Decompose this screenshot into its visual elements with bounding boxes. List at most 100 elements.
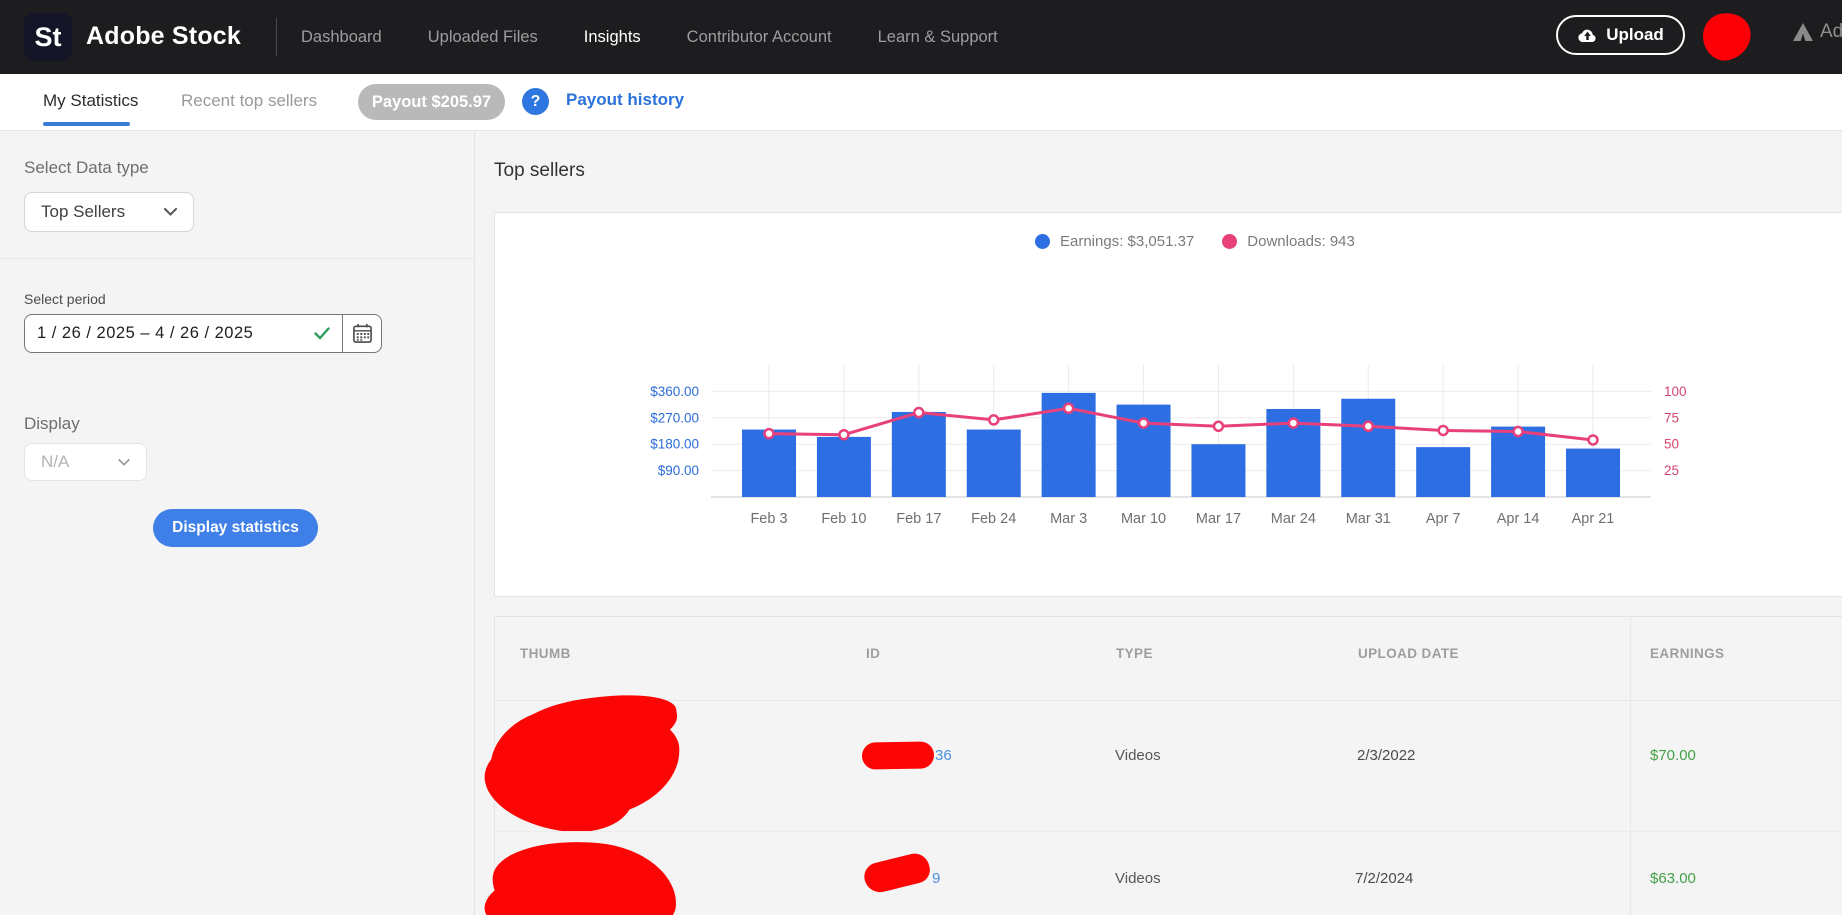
chevron-down-icon: [118, 459, 130, 466]
payout-amount-pill[interactable]: Payout $205.97: [358, 84, 505, 120]
downloads-legend-dot-icon: [1222, 234, 1237, 249]
display-select[interactable]: N/A: [24, 443, 147, 481]
right-axis-tick: 25: [1664, 463, 1679, 478]
brand-title: Adobe Stock: [86, 22, 241, 51]
earnings-bar: [967, 430, 1021, 497]
adobe-corner-brand: Ad: [1793, 21, 1842, 43]
left-axis-tick: $360.00: [650, 384, 699, 399]
downloads-point: [1139, 419, 1148, 428]
x-axis-label: Apr 7: [1426, 511, 1461, 527]
x-axis-label: Mar 10: [1121, 511, 1166, 527]
x-axis-label: Mar 3: [1050, 511, 1087, 527]
chevron-down-icon: [164, 208, 177, 216]
tab-my-statistics[interactable]: My Statistics: [43, 91, 138, 111]
downloads-point: [914, 408, 923, 417]
x-axis-label: Mar 17: [1196, 511, 1241, 527]
calendar-icon: [352, 323, 373, 344]
col-header-id: ID: [866, 646, 880, 661]
downloads-point: [1064, 404, 1073, 413]
earnings-column-divider: [1630, 616, 1631, 915]
adobe-corner-text: Ad: [1820, 21, 1842, 43]
row-divider: [494, 831, 1842, 832]
data-type-label: Select Data type: [24, 158, 149, 178]
earnings-bar: [892, 412, 946, 497]
legend-item-earnings: Earnings: $3,051.37: [1035, 233, 1194, 250]
nav-item-uploaded-files[interactable]: Uploaded Files: [428, 28, 538, 47]
right-axis-tick: 50: [1664, 437, 1679, 452]
tab-recent-top-sellers[interactable]: Recent top sellers: [181, 91, 317, 111]
x-axis-label: Feb 17: [896, 511, 941, 527]
adobe-stock-logo-icon[interactable]: St: [24, 13, 72, 61]
period-value: 1 / 26 / 2025 – 4 / 26 / 2025: [37, 324, 253, 343]
period-label: Select period: [24, 291, 106, 307]
x-axis-label: Feb 3: [750, 511, 787, 527]
earnings-value: $63.00: [1650, 870, 1696, 887]
col-header-earnings: EARNINGS: [1650, 646, 1724, 661]
asset-id-link[interactable]: 36: [935, 747, 952, 764]
earnings-bar: [817, 437, 871, 497]
downloads-point: [1364, 422, 1373, 431]
chart-legend: Earnings: $3,051.37 Downloads: 943: [1035, 233, 1355, 250]
downloads-point: [839, 430, 848, 439]
nav-item-insights[interactable]: Insights: [584, 28, 641, 47]
upload-date: 7/2/2024: [1355, 870, 1413, 887]
table-top-border: [494, 616, 1842, 617]
right-axis-tick: 75: [1664, 410, 1679, 425]
earnings-bar: [1191, 444, 1245, 497]
downloads-point: [989, 415, 998, 424]
period-range-input[interactable]: 1 / 26 / 2025 – 4 / 26 / 2025: [24, 314, 343, 353]
upload-date: 2/3/2022: [1357, 747, 1415, 764]
downloads-legend-label: Downloads: 943: [1247, 233, 1355, 250]
downloads-point: [1514, 427, 1523, 436]
earnings-value: $70.00: [1650, 747, 1696, 764]
downloads-point: [1439, 426, 1448, 435]
x-axis-label: Feb 10: [821, 511, 866, 527]
avatar-redaction-scribble[interactable]: [1699, 9, 1756, 65]
upload-label: Upload: [1606, 25, 1664, 45]
adobe-logo-icon: [1793, 23, 1813, 41]
page: St Adobe Stock Dashboard Uploaded Files …: [0, 0, 1842, 915]
nav-item-dashboard[interactable]: Dashboard: [301, 28, 382, 47]
left-axis-tick: $90.00: [658, 463, 699, 478]
x-axis-label: Mar 31: [1346, 511, 1391, 527]
earnings-legend-label: Earnings: $3,051.37: [1060, 233, 1194, 250]
data-type-value: Top Sellers: [41, 202, 125, 222]
help-icon[interactable]: ?: [522, 88, 549, 115]
nav-item-learn-support[interactable]: Learn & Support: [878, 28, 998, 47]
downloads-point: [765, 429, 774, 438]
chart-area: $360.00 $270.00 $180.00 $90.00 100 75 50 25 Feb …: [641, 353, 1731, 533]
table-header-border: [494, 700, 1842, 701]
asset-type: Videos: [1115, 870, 1161, 887]
earnings-bar: [1566, 449, 1620, 497]
col-header-type: TYPE: [1116, 646, 1153, 661]
calendar-button[interactable]: [342, 314, 382, 353]
nav-links: Dashboard Uploaded Files Insights Contri…: [301, 0, 998, 74]
x-axis-label: Mar 24: [1271, 511, 1316, 527]
upload-button[interactable]: Upload: [1556, 15, 1685, 55]
x-axis-label: Apr 14: [1497, 511, 1540, 527]
downloads-point: [1214, 422, 1223, 431]
top-sellers-chart-card: Earnings: $3,051.37 Downloads: 943 $360.…: [494, 212, 1842, 597]
downloads-point: [1589, 435, 1598, 444]
earnings-bar: [1416, 447, 1470, 497]
asset-type: Videos: [1115, 747, 1161, 764]
data-type-select[interactable]: Top Sellers: [24, 192, 194, 232]
page-title: Top sellers: [494, 160, 585, 182]
left-axis-tick: $180.00: [650, 437, 699, 452]
display-label: Display: [24, 414, 80, 434]
active-tab-underline: [43, 122, 130, 126]
statistics-tabbar: My Statistics Recent top sellers Payout …: [0, 74, 1842, 131]
left-axis-tick: $270.00: [650, 410, 699, 425]
earnings-bar: [1341, 399, 1395, 497]
earnings-bar: [742, 430, 796, 497]
right-axis-tick: 100: [1664, 384, 1687, 399]
checkmark-icon: [314, 327, 330, 340]
nav-item-contributor-account[interactable]: Contributor Account: [687, 28, 832, 47]
id-redaction-scribble: [861, 850, 932, 895]
asset-id-link[interactable]: 9: [932, 870, 940, 887]
cloud-upload-icon: [1577, 27, 1598, 43]
display-statistics-button[interactable]: Display statistics: [153, 509, 318, 547]
id-redaction-scribble: [862, 741, 934, 769]
sidebar-divider: [0, 258, 474, 259]
payout-history-link[interactable]: Payout history: [566, 90, 684, 110]
